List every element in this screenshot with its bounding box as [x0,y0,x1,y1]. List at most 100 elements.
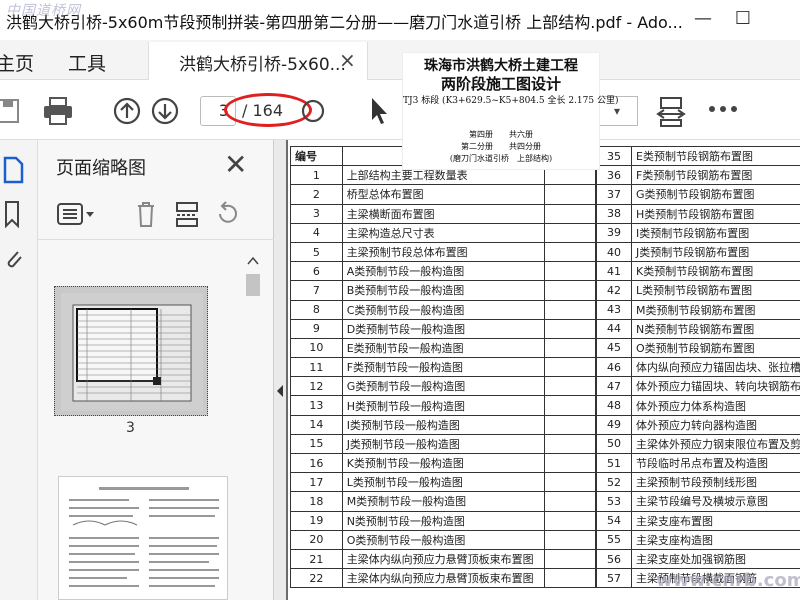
row-title: O类预制节段钢筋布置图 [631,337,800,359]
table-row: 47 体外预应力锚固块、转向块钢筋布 [596,376,800,397]
document-cover-header: 珠海市洪鹤大桥土建工程 两阶段施工图设计 TJ3 标段 (K3+629.5~K5… [402,52,618,170]
doc-header-line2: 两阶段施工图设计 [440,75,561,93]
header-no: 编号 [290,145,343,167]
row-remark [543,357,597,378]
row-title: 体内纵向预应力锚固齿块、张拉槽 [631,357,800,378]
row-number: 43 [596,299,632,320]
row-number: 50 [596,433,632,455]
row-number: 35 [596,145,632,167]
tab-close-button[interactable]: × [339,48,356,72]
row-number: 57 [596,568,632,589]
table-row: 13 H类预制节段一般构造图 [290,395,597,416]
table-row: 40 J类预制节段钢筋布置图 [596,241,800,263]
row-remark [543,241,597,263]
row-remark [543,261,597,282]
table-row: 41 K类预制节段钢筋布置图 [596,261,800,282]
row-remark [543,568,597,589]
row-number: 21 [290,548,343,570]
attachment-icon[interactable] [2,244,24,272]
row-remark [543,299,597,320]
fit-page-icon[interactable] [656,96,686,128]
row-title: 主梁构造总尺寸表 [341,222,545,243]
row-title: 主梁支座处加强钢筋图 [631,548,800,570]
row-number: 6 [290,261,343,282]
row-remark [543,184,597,205]
menu-home[interactable]: 主页 [0,49,34,76]
row-remark [543,376,597,397]
row-title: D类预制节段一般构造图 [341,318,545,339]
page-thumbnails-icon[interactable] [2,156,24,184]
collapse-panel-icon[interactable] [275,384,285,398]
table-row: 20 O类预制节段一般构造图 [290,529,597,550]
table-row: 15 J类预制节段一般构造图 [290,433,597,455]
watermark-bottom: www.cnrb.com [656,570,800,591]
row-number: 14 [290,414,343,435]
more-tools-icon[interactable] [708,104,738,114]
table-row: 50 主梁体外预应力钢束限位布置及剪 [596,433,800,455]
row-title: 体外预应力锚固块、转向块钢筋布 [631,376,800,397]
table-row: 17 L类预制节段一般构造图 [290,472,597,493]
table-row: 36 F类预制节段钢筋布置图 [596,165,800,186]
extract-page-icon[interactable] [174,200,200,228]
table-row: 19 N类预制节段一般构造图 [290,510,597,531]
table-row: 44 N类预制节段钢筋布置图 [596,318,800,339]
row-remark [543,414,597,435]
row-number: 9 [290,318,343,339]
panel-splitter[interactable] [274,140,286,600]
table-row: 56 主梁支座处加强钢筋图 [596,548,800,570]
row-title: O类预制节段一般构造图 [341,529,545,550]
table-row: 6 A类预制节段一般构造图 [290,261,597,282]
bookmark-icon[interactable] [2,200,24,228]
row-remark [543,510,597,531]
table-row: 49 体外预应力转向器构造图 [596,414,800,435]
row-title: E类预制节段钢筋布置图 [631,145,800,167]
left-navigation-rail [0,140,38,600]
options-menu-icon[interactable] [56,202,98,226]
row-number: 20 [290,529,343,550]
row-title: I类预制节段钢筋布置图 [631,222,800,243]
row-title: G类预制节段钢筋布置图 [631,184,800,205]
row-title: I类预制节段一般构造图 [341,414,545,435]
row-title: A类预制节段一般构造图 [341,261,545,282]
thumbnail-page-4[interactable] [58,476,228,600]
thumbnail-page-3[interactable] [54,286,208,416]
row-title: M类预制节段钢筋布置图 [631,299,800,320]
minimize-button[interactable]: — [690,6,716,32]
row-title: 主梁体外预应力钢束限位布置及剪 [631,433,800,455]
row-number: 16 [290,452,343,474]
row-number: 46 [596,357,632,378]
row-number: 49 [596,414,632,435]
table-row: 45 O类预制节段钢筋布置图 [596,337,800,359]
table-row: 54 主梁支座布置图 [596,510,800,531]
previous-page-icon[interactable] [112,96,142,126]
print-icon[interactable] [42,96,74,126]
delete-page-icon[interactable] [134,200,158,228]
table-row: 5 主梁预制节段总体布置图 [290,241,597,263]
row-title: 主梁支座布置图 [631,510,800,531]
thumbnail-page-4-graphic [69,487,219,587]
row-remark [543,491,597,512]
row-number: 11 [290,357,343,378]
table-row: 35 E类预制节段钢筋布置图 [596,145,800,167]
table-row: 11 F类预制节段一般构造图 [290,357,597,378]
menu-tools[interactable]: 工具 [68,49,106,76]
table-row: 2 桥型总体布置图 [290,184,597,205]
thumbnail-page-3-preview [61,293,203,411]
document-tab[interactable]: 洪鹤大桥引桥-5x60... × [148,42,368,80]
row-title: K类预制节段一般构造图 [341,452,545,474]
page-thumbnails-panel: 页面缩略图 ✕ 3 [38,140,274,600]
panel-close-button[interactable]: ✕ [224,148,247,181]
row-number: 51 [596,452,632,474]
maximize-button[interactable]: ☐ [730,6,756,32]
row-title: M类预制节段一般构造图 [341,491,545,512]
next-page-icon[interactable] [150,96,180,126]
rotate-page-icon[interactable] [214,200,240,228]
row-title: 主梁体内纵向预应力悬臂顶板束布置图 [341,568,545,589]
row-remark [543,203,597,224]
save-icon[interactable] [0,96,24,126]
acrobat-window: 洪鹤大桥引桥-5x60m节段预制拼装-第四册第二分册——磨刀门水道引桥 上部结构… [0,0,800,600]
select-tool-icon[interactable] [368,96,390,126]
zoom-out-icon[interactable] [300,98,326,124]
row-remark [543,548,597,570]
thumbnail-scrollbar[interactable] [244,248,262,600]
